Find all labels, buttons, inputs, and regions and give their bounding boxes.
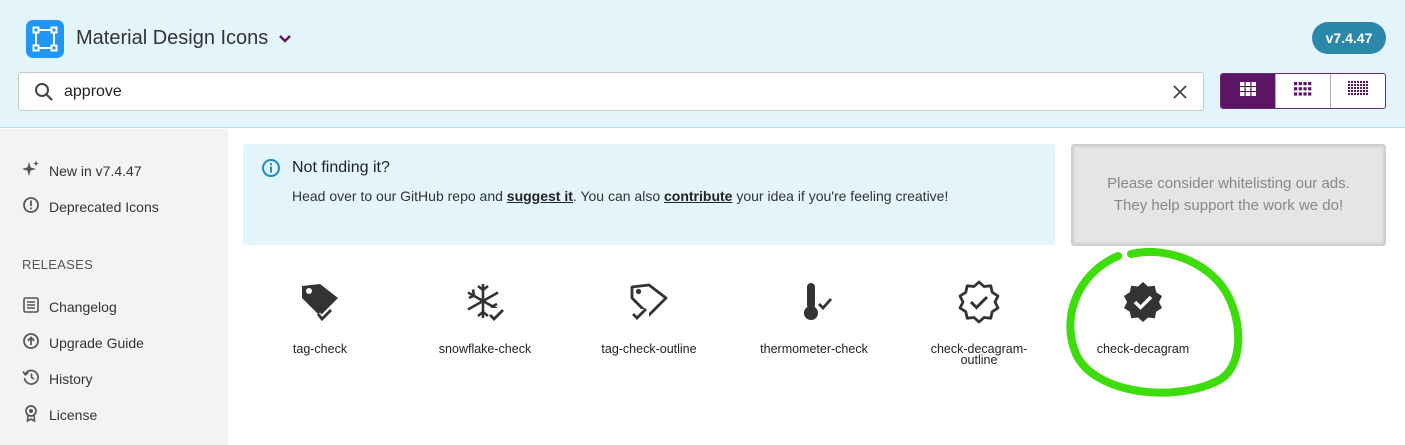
- icon-name: check-decagram-outline: [930, 342, 1028, 367]
- notice-text: your idea if you're feeling creative!: [732, 188, 949, 204]
- tag-check-icon: [296, 278, 344, 326]
- sidebar-item-license[interactable]: License: [22, 404, 97, 425]
- chevron-down-icon: [278, 34, 292, 44]
- not-finding-it-notice: Not finding it? Head over to our GitHub …: [243, 144, 1055, 245]
- large-grid-icon: [1240, 81, 1256, 101]
- icon-name: snowflake-check: [438, 342, 532, 356]
- list-box-icon: [22, 296, 40, 317]
- icon-tile-tag-check-outline[interactable]: tag-check-outline: [569, 278, 729, 355]
- ad-text-line: They help support the work we do!: [1113, 197, 1344, 214]
- icon-name: tag-check: [292, 342, 348, 356]
- notice-text: Head over to our GitHub repo and: [292, 188, 507, 204]
- snowflake-check-icon: [461, 278, 509, 326]
- sidebar-item-label: History: [49, 370, 93, 387]
- version-badge[interactable]: v7.4.47: [1312, 22, 1386, 54]
- info-icon: [261, 158, 281, 183]
- sidebar-item-label: License: [49, 406, 98, 423]
- releases-heading: RELEASES: [22, 257, 94, 272]
- sidebar-item-label: New in v7.4.47: [49, 162, 142, 179]
- sidebar-item-label: Changelog: [49, 298, 117, 315]
- icon-tile-thermometer-check[interactable]: thermometer-check: [734, 278, 894, 355]
- sidebar-item-label: Upgrade Guide: [49, 334, 144, 351]
- check-decagram-icon: [1119, 278, 1167, 326]
- sidebar-item-history[interactable]: History: [22, 368, 93, 389]
- contribute-link[interactable]: contribute: [664, 188, 732, 204]
- sidebar-item-changelog[interactable]: Changelog: [22, 296, 117, 317]
- medium-grid-view-button[interactable]: [1276, 74, 1331, 108]
- alert-circle-icon: [22, 196, 40, 217]
- search-icon: [34, 82, 54, 102]
- close-icon[interactable]: [1173, 84, 1187, 99]
- icon-tile-check-decagram[interactable]: check-decagram: [1063, 278, 1223, 355]
- arrow-up-circle-icon: [22, 332, 40, 353]
- ad-text-line: Please consider whitelisting our ads.: [1107, 175, 1350, 192]
- thermometer-check-icon: [790, 278, 838, 326]
- icon-name: check-decagram: [1096, 342, 1190, 356]
- notice-title: Not finding it?: [292, 159, 390, 176]
- tag-check-outline-icon: [625, 278, 673, 326]
- icon-tile-check-decagram-outline[interactable]: check-decagram-outline: [899, 278, 1059, 366]
- sidebar-item-deprecated[interactable]: Deprecated Icons: [22, 196, 159, 217]
- sidebar: New in v7.4.47 Deprecated Icons RELEASES…: [0, 129, 228, 445]
- check-decagram-outline-icon: [955, 278, 1003, 326]
- notice-text: . You can also: [572, 188, 664, 204]
- ad-placeholder: Please consider whitelisting our ads. Th…: [1071, 144, 1386, 246]
- app-title-dropdown[interactable]: Material Design Icons: [76, 27, 292, 50]
- app-title: Material Design Icons: [76, 27, 269, 49]
- icon-tile-tag-check[interactable]: tag-check: [240, 278, 400, 355]
- notice-body: Head over to our GitHub repo and suggest…: [292, 188, 948, 204]
- icon-name: thermometer-check: [760, 342, 868, 356]
- medium-grid-icon: [1294, 81, 1312, 101]
- mdi-logo-icon[interactable]: [26, 20, 64, 58]
- large-grid-view-button[interactable]: [1221, 74, 1276, 108]
- certificate-icon: [22, 404, 40, 425]
- history-icon: [22, 368, 40, 389]
- small-grid-view-button[interactable]: [1331, 74, 1385, 108]
- search-field[interactable]: [18, 72, 1204, 111]
- view-size-toggle: [1220, 73, 1386, 109]
- suggest-it-link[interactable]: suggest it: [507, 188, 573, 204]
- sidebar-item-upgrade-guide[interactable]: Upgrade Guide: [22, 332, 144, 353]
- search-input[interactable]: [64, 82, 1173, 101]
- sidebar-item-new[interactable]: New in v7.4.47: [22, 160, 142, 181]
- top-header: Material Design Icons v7.4.47: [0, 0, 1405, 128]
- small-grid-icon: [1348, 81, 1368, 101]
- sparkles-icon: [22, 160, 40, 181]
- icon-tile-snowflake-check[interactable]: snowflake-check: [405, 278, 565, 355]
- icon-name: tag-check-outline: [601, 342, 697, 356]
- sidebar-item-label: Deprecated Icons: [49, 198, 159, 215]
